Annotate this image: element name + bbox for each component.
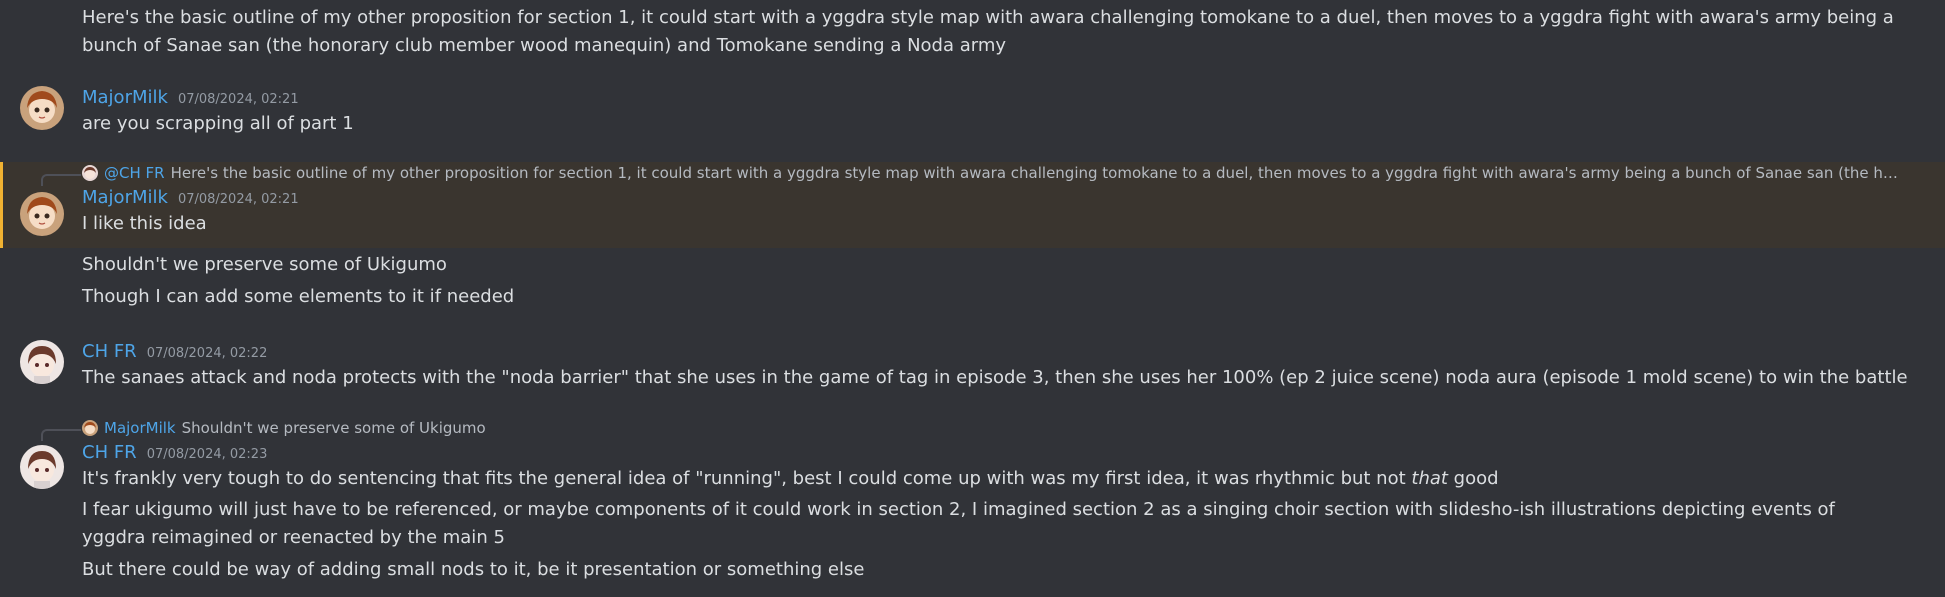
timestamp[interactable]: 07/08/2024, 02:23: [147, 445, 268, 465]
reply-preview[interactable]: Here's the basic outline of my other pro…: [171, 162, 1903, 184]
reply-reference[interactable]: @CH FR Here's the basic outline of my ot…: [82, 162, 1925, 184]
message-text-emphasis: that: [1411, 468, 1448, 489]
author-name[interactable]: MajorMilk: [82, 84, 168, 111]
author-name[interactable]: CH FR: [82, 439, 137, 466]
message-text-part: It's frankly very tough to do sentencing…: [82, 468, 1412, 489]
avatar-image: [20, 86, 64, 130]
message-header: CH FR 07/08/2024, 02:22: [82, 338, 1925, 364]
message-text: I fear ukigumo will just have to be refe…: [82, 499, 1835, 548]
message: CH FR 07/08/2024, 02:22 The sanaes attac…: [0, 338, 1945, 391]
avatar-majormilk[interactable]: [20, 192, 64, 236]
message-text-part: good: [1447, 468, 1499, 489]
timestamp[interactable]: 07/08/2024, 02:22: [147, 344, 268, 364]
avatar-image: [20, 340, 64, 384]
timestamp[interactable]: 07/08/2024, 02:21: [178, 190, 299, 210]
reply-author[interactable]: MajorMilk: [104, 417, 176, 439]
avatar-chfr[interactable]: [20, 445, 64, 489]
reply-spine: [41, 429, 81, 441]
message-highlighted: @CH FR Here's the basic outline of my ot…: [0, 162, 1945, 248]
message-text: I like this idea: [82, 213, 207, 234]
reply-reference[interactable]: MajorMilk Shouldn't we preserve some of …: [82, 417, 1925, 439]
message: MajorMilk Shouldn't we preserve some of …: [0, 417, 1945, 583]
chat-log: Here's the basic outline of my other pro…: [0, 0, 1945, 597]
message-header: CH FR 07/08/2024, 02:23: [82, 439, 1925, 465]
author-name[interactable]: CH FR: [82, 338, 137, 365]
author-name[interactable]: MajorMilk: [82, 184, 168, 211]
message-text: Here's the basic outline of my other pro…: [82, 7, 1894, 56]
message-text: Shouldn't we preserve some of Ukigumo: [82, 254, 447, 275]
reply-preview[interactable]: Shouldn't we preserve some of Ukigumo: [182, 417, 486, 439]
message-header: MajorMilk 07/08/2024, 02:21: [82, 84, 1925, 110]
reply-author[interactable]: @CH FR: [104, 162, 165, 184]
message-text: The sanaes attack and noda protects with…: [82, 367, 1908, 388]
message-text: It's frankly very tough to do sentencing…: [82, 465, 1925, 492]
avatar-image: [20, 445, 64, 489]
avatar-chfr[interactable]: [20, 340, 64, 384]
reply-avatar: [82, 165, 98, 181]
message-continuation: Here's the basic outline of my other pro…: [0, 4, 1945, 60]
avatar-majormilk[interactable]: [20, 86, 64, 130]
reply-spine: [41, 174, 81, 186]
message-continuation: Shouldn't we preserve some of Ukigumo Th…: [0, 250, 1945, 312]
message-header: MajorMilk 07/08/2024, 02:21: [82, 184, 1925, 210]
avatar-image: [20, 192, 64, 236]
message-text: Though I can add some elements to it if …: [82, 286, 515, 307]
reply-avatar: [82, 420, 98, 436]
message-text: But there could be way of adding small n…: [82, 559, 865, 580]
message: MajorMilk 07/08/2024, 02:21 are you scra…: [0, 84, 1945, 137]
timestamp[interactable]: 07/08/2024, 02:21: [178, 90, 299, 110]
message-text: are you scrapping all of part 1: [82, 113, 354, 134]
